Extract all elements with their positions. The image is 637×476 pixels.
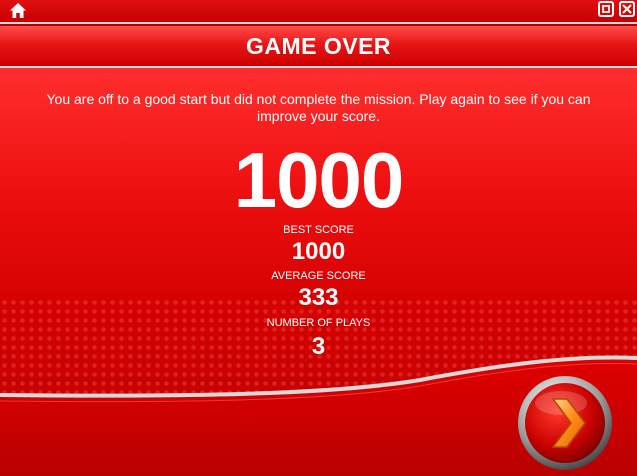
restore-icon: [602, 5, 610, 13]
home-button[interactable]: [9, 2, 27, 19]
final-score: 1000: [233, 136, 405, 224]
restore-button[interactable]: [598, 1, 614, 17]
average-score-label: AVERAGE SCORE: [271, 270, 366, 282]
average-score-value: 333: [298, 284, 339, 311]
best-score-value: 1000: [291, 238, 346, 265]
top-bar: [0, 0, 637, 22]
home-icon: [10, 3, 26, 18]
page-title: GAME OVER: [245, 33, 392, 59]
close-icon: [622, 4, 632, 14]
close-button[interactable]: [619, 1, 635, 17]
next-button[interactable]: [517, 375, 613, 471]
number-of-plays-label: NUMBER OF PLAYS: [266, 317, 371, 329]
best-score-label: BEST SCORE: [283, 224, 354, 236]
header-banner: GAME OVER: [0, 26, 637, 66]
top-separator: [0, 22, 637, 24]
game-over-message: You are off to a good start but did not …: [46, 91, 591, 124]
